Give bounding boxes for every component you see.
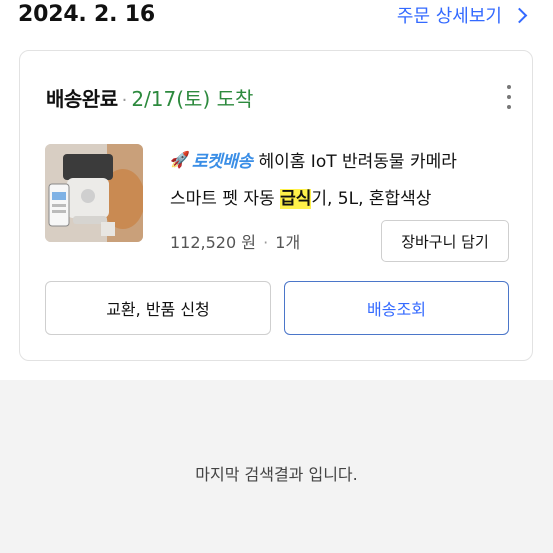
product-name: 헤이홈 IoT 반려동물 카메라 [258,152,457,172]
shipment-status-row: 배송완료 · 2/17(토) 도착 [46,83,253,112]
end-of-results-message: 마지막 검색결과 입니다. [195,465,358,484]
product-thumbnail-image [45,144,143,242]
arrival-date: 2/17(토) 도착 [131,87,254,111]
order-detail-label: 주문 상세보기 [396,6,502,27]
product-name-line1[interactable]: 🚀 로켓배송 헤이홈 IoT 반려동물 카메라 [170,147,457,172]
chevron-right-icon [511,7,528,23]
rocket-delivery-badge: 로켓배송 [191,152,253,172]
product-thumbnail[interactable] [45,144,143,242]
more-vertical-icon[interactable] [506,85,512,109]
product-name-prefix: 스마트 펫 자동 [170,189,281,209]
search-highlight: 급식 [280,189,312,209]
status-separator: · [121,90,128,111]
rocket-icon: 🚀 [170,150,190,169]
exchange-return-button[interactable]: 교환, 반품 신청 [45,281,271,335]
order-card: 배송완료 · 2/17(토) 도착 🚀 로켓배송 헤이홈 IoT 반려동물 카메… [19,50,533,361]
price-row: 112,520 원 · 1개 [170,229,300,253]
product-price: 112,520 원 [170,233,256,252]
delivery-status: 배송완료 [46,87,118,111]
product-name-suffix: 기, 5L, 혼합색상 [311,189,432,209]
order-detail-link[interactable]: 주문 상세보기 [396,2,528,28]
order-date: 2024. 2. 16 [18,2,155,27]
product-name-line2[interactable]: 스마트 펫 자동 급식기, 5L, 혼합색상 [170,184,431,209]
product-quantity: 1개 [275,233,301,252]
add-to-cart-button[interactable]: 장바구니 담기 [381,220,509,262]
price-separator: · [263,233,269,252]
track-delivery-button[interactable]: 배송조회 [284,281,509,335]
